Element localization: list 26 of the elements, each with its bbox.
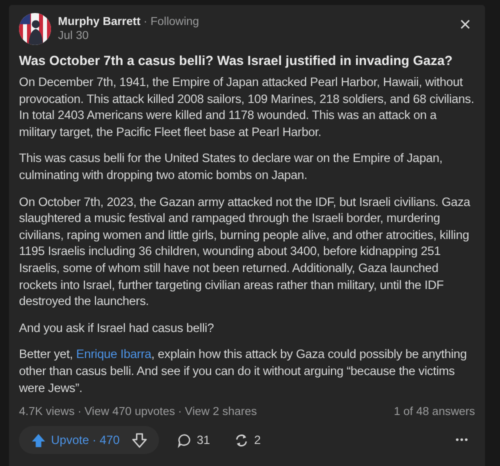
more-button[interactable]: ••• (449, 434, 475, 446)
view-count: 4.7K views (19, 406, 75, 418)
share-icon (234, 432, 250, 448)
separator-dot: · (78, 406, 82, 418)
question-title[interactable]: Was October 7th a casus belli? Was Israel justified in invading Gaza? (19, 53, 475, 68)
answer-paragraph: Better yet, Enrique Ibarra, explain how this attack by Gaza could possibly be anything other than casus belli. And see if you can do it without arguing “because the victims were Jews”. (19, 346, 468, 396)
answer-paragraph: On October 7th, 2023, the Gazan army attacked not the IDF, but Israeli civilians. Gaza slaughtered a music festival and rampaged through the Israeli border, murdering civilians, raping women and little girls, burning people alive, and other atrocities, killing 1195 Israelis including 36 children, wounding about 3400, before kidnapping 251 Israelis, some of whom still have not been returned. Additionally, Gaza launched rockets into Israel, further targeting civilian areas rather than military, until the IDF destroyed the launchers. (19, 194, 472, 310)
comment-icon (176, 432, 192, 448)
downvote-icon (132, 432, 147, 448)
share-button[interactable]: 2 (228, 432, 267, 448)
answer-paragraph: This was casus belli for the United States to declare war on the Empire of Japan, culminating with dropping two atomic bombs on Japan. (19, 150, 444, 184)
answer-position: 1 of 48 answers (394, 406, 475, 418)
avatar[interactable] (19, 13, 51, 45)
answer-paragraph: And you ask if Israel had casus belli? (19, 320, 215, 336)
shares-link[interactable]: View 2 shares (184, 406, 257, 418)
upvote-icon (31, 432, 46, 448)
comment-button[interactable]: 31 (170, 432, 216, 448)
author-name[interactable]: Murphy Barrett (58, 16, 140, 28)
answer-paragraph: On December 7th, 1941, the Empire of Japan attacked Pearl Harbor, Hawaii, without provocation. This attack killed 2008 sailors, 109 Marines, 218 soldiers, and 68 civilians. In total 2403 Americans were killed and 1178 wounded. This was an attack on a military target, the Pacific Fleet fleet base at Pearl Harbor. (19, 74, 475, 140)
post-date[interactable]: Jul 30 (58, 30, 448, 42)
separator-dot: · (178, 406, 182, 418)
upvotes-link[interactable]: View 470 upvotes (84, 406, 176, 418)
upvote-button[interactable]: Upvote · 470 (25, 432, 126, 448)
follow-status[interactable]: · Following (143, 16, 200, 28)
close-button[interactable]: × (455, 14, 475, 36)
user-link[interactable]: Enrique Ibarra (76, 347, 152, 362)
